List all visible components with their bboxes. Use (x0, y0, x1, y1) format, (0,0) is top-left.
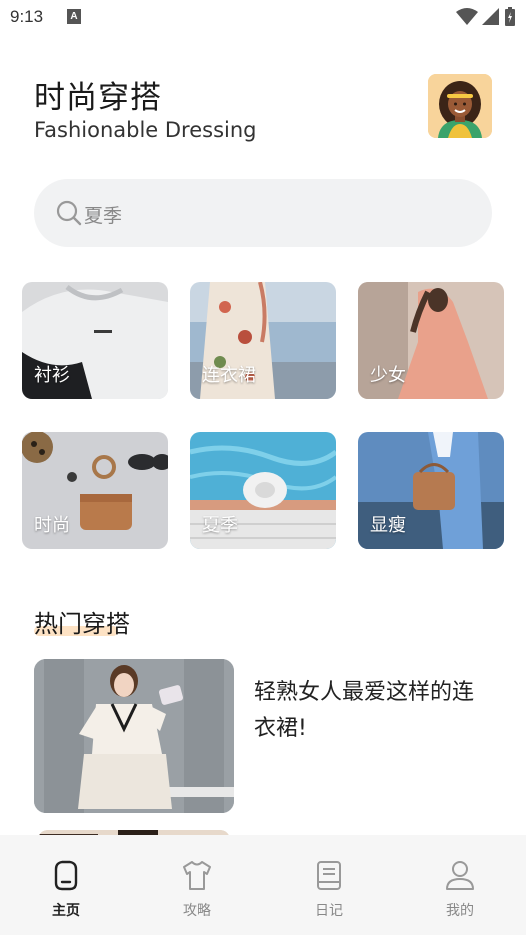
notification-icon: A (67, 9, 81, 24)
status-bar: 9:13 A (0, 0, 526, 36)
page-title: 时尚穿搭 (34, 80, 162, 116)
shirt-icon (183, 861, 211, 890)
user-icon (446, 861, 474, 890)
signal-icon (482, 8, 499, 25)
category-label: 少女 (370, 365, 406, 386)
home-icon (54, 860, 78, 891)
article-thumbnail (34, 659, 234, 813)
category-summer[interactable]: 夏季 (190, 432, 336, 549)
category-fashion[interactable]: 时尚 (22, 432, 168, 549)
wifi-icon (456, 8, 478, 25)
tab-guide[interactable]: 攻略 (157, 835, 237, 935)
page-subtitle: Fashionable Dressing (34, 118, 257, 142)
tab-label: 攻略 (183, 903, 211, 919)
status-time: 9:13 (10, 7, 44, 26)
article-title: 轻熟女人最爱这样的连衣裙! (254, 680, 475, 741)
category-label: 显瘦 (370, 515, 406, 536)
avatar[interactable] (428, 74, 492, 138)
search-placeholder: 夏季 (84, 205, 123, 227)
category-label: 夏季 (202, 515, 238, 536)
section-header: 热门穿搭 (34, 604, 130, 644)
category-label: 连衣裙 (202, 365, 256, 386)
battery-icon (505, 7, 515, 26)
category-girl[interactable]: 少女 (358, 282, 504, 399)
tab-label: 日记 (315, 903, 343, 919)
category-shirt[interactable]: 衬衫 (22, 282, 168, 399)
tab-mine[interactable]: 我的 (420, 835, 500, 935)
bottom-tab-bar: 主页 攻略 日记 我的 (0, 835, 526, 935)
diary-icon (317, 861, 341, 890)
category-dress[interactable]: 连衣裙 (190, 282, 336, 399)
tab-label: 主页 (52, 903, 80, 919)
tab-home[interactable]: 主页 (26, 835, 106, 935)
article-card[interactable]: 轻熟女人最爱这样的连衣裙! (34, 659, 492, 813)
category-label: 衬衫 (34, 365, 70, 386)
article-photo (34, 659, 234, 813)
search-icon (56, 200, 82, 226)
section-title: 热门穿搭 (34, 610, 130, 638)
user-avatar-icon (428, 74, 492, 138)
tab-diary[interactable]: 日记 (289, 835, 369, 935)
tab-label: 我的 (446, 903, 474, 919)
category-slim[interactable]: 显瘦 (358, 432, 504, 549)
category-label: 时尚 (34, 515, 70, 536)
status-icons (456, 7, 516, 27)
search-input[interactable]: 夏季 (34, 179, 492, 247)
